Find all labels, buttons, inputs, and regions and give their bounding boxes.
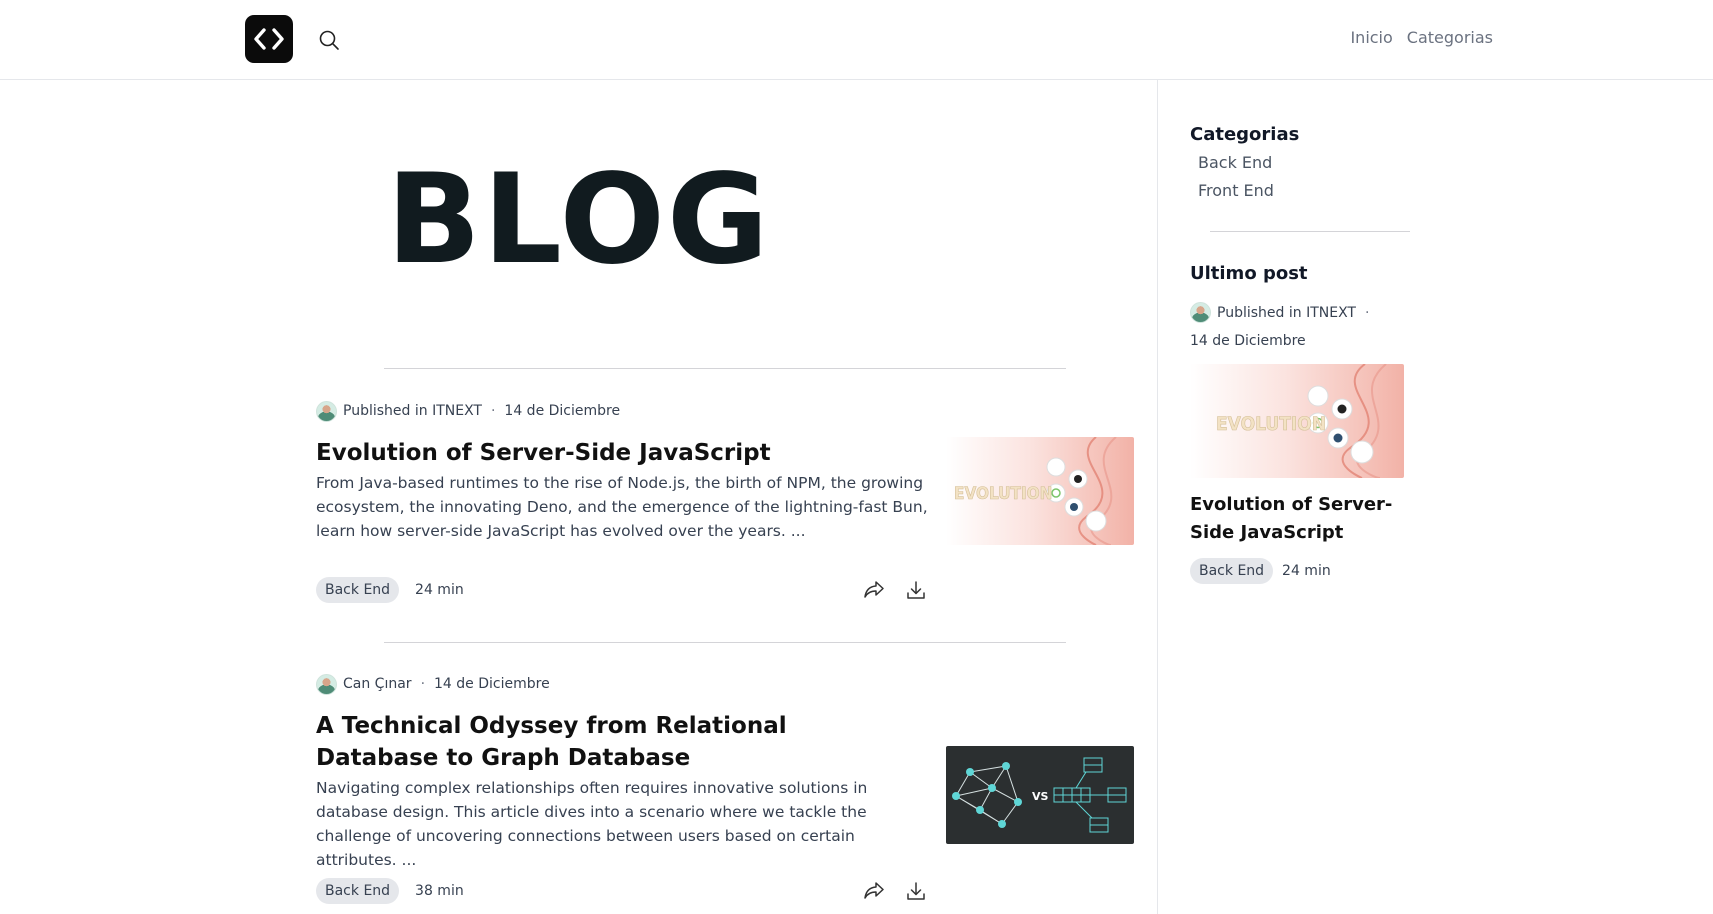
main-content: BLOG Published in ITNEXT · 14 de Diciemb… — [0, 80, 1157, 914]
post-footer: Back End 38 min — [316, 878, 928, 904]
sidebar-category-back-end[interactable]: Back End — [1198, 153, 1272, 172]
thumb-text: EVOLUTION — [954, 484, 1052, 504]
meta-separator: · — [1364, 304, 1370, 321]
post-meta: Published in ITNEXT · 14 de Diciembre — [316, 400, 1136, 422]
divider — [384, 368, 1066, 369]
post-date: 14 de Diciembre — [504, 403, 621, 419]
top-header: Inicio Categorias — [0, 0, 1713, 80]
latest-post-thumbnail[interactable]: EVOLUTION — [1190, 364, 1404, 478]
share-icon — [864, 581, 884, 598]
read-time: 38 min — [415, 883, 464, 899]
post-title[interactable]: Evolution of Server-Side JavaScript — [316, 437, 916, 469]
nav-categorias[interactable]: Categorias — [1407, 28, 1493, 47]
thumb-text: EVOLUTION — [1216, 413, 1326, 435]
latest-post-footer: Back End 24 min — [1190, 558, 1331, 584]
download-icon — [907, 581, 925, 599]
categories-heading: Categorias — [1190, 124, 1300, 145]
post-date: 14 de Diciembre — [434, 676, 550, 692]
sidebar-category-front-end[interactable]: Front End — [1198, 181, 1274, 200]
meta-separator: · — [490, 403, 496, 419]
search-button[interactable] — [316, 27, 342, 53]
post-actions — [862, 578, 928, 602]
latest-post-date: 14 de Diciembre — [1190, 333, 1306, 349]
thumb-text: VS — [1032, 790, 1049, 803]
post-card: Can Çınar · 14 de Diciembre A Technical … — [316, 673, 1136, 904]
post-title[interactable]: A Technical Odyssey from Relational Data… — [316, 710, 916, 774]
download-button[interactable] — [904, 879, 928, 903]
divider — [384, 642, 1066, 643]
category-tag[interactable]: Back End — [316, 878, 400, 904]
meta-separator: · — [420, 676, 426, 692]
category-tag[interactable]: Back End — [316, 577, 400, 603]
share-button[interactable] — [862, 578, 886, 602]
divider — [1210, 231, 1410, 232]
code-brackets-icon — [254, 28, 284, 50]
read-time: 24 min — [415, 582, 464, 598]
page-title: BLOG — [386, 148, 771, 292]
latest-post-author[interactable]: Published in ITNEXT — [1217, 305, 1356, 321]
read-time: 24 min — [1282, 563, 1331, 579]
latest-post-meta: Published in ITNEXT · — [1190, 302, 1378, 323]
post-thumbnail[interactable]: EVOLUTION — [946, 437, 1134, 545]
post-footer: Back End 24 min — [316, 577, 928, 603]
post-excerpt: From Java-based runtimes to the rise of … — [316, 474, 928, 540]
post-author[interactable]: Can Çınar — [343, 676, 412, 692]
avatar — [316, 673, 337, 695]
avatar — [1190, 302, 1211, 323]
download-icon — [907, 882, 925, 900]
latest-post-heading: Ultimo post — [1190, 263, 1308, 284]
share-button[interactable] — [862, 879, 886, 903]
post-meta: Can Çınar · 14 de Diciembre — [316, 673, 1136, 695]
main-nav: Inicio Categorias — [1350, 28, 1493, 47]
search-icon — [319, 30, 339, 50]
latest-post-title[interactable]: Evolution of Server-Side JavaScript — [1190, 491, 1420, 547]
share-icon — [864, 882, 884, 899]
post-thumbnail[interactable]: VS — [946, 746, 1134, 844]
nav-inicio[interactable]: Inicio — [1350, 28, 1392, 47]
sidebar: Categorias Back End Front End Ultimo pos… — [1157, 80, 1713, 914]
download-button[interactable] — [904, 578, 928, 602]
post-card: Published in ITNEXT · 14 de Diciembre Ev… — [316, 400, 1136, 603]
post-actions — [862, 879, 928, 903]
category-tag[interactable]: Back End — [1190, 558, 1274, 584]
post-author[interactable]: Published in ITNEXT — [343, 403, 482, 419]
site-logo[interactable] — [245, 15, 293, 63]
post-excerpt: Navigating complex relationships often r… — [316, 779, 868, 869]
avatar — [316, 400, 337, 422]
